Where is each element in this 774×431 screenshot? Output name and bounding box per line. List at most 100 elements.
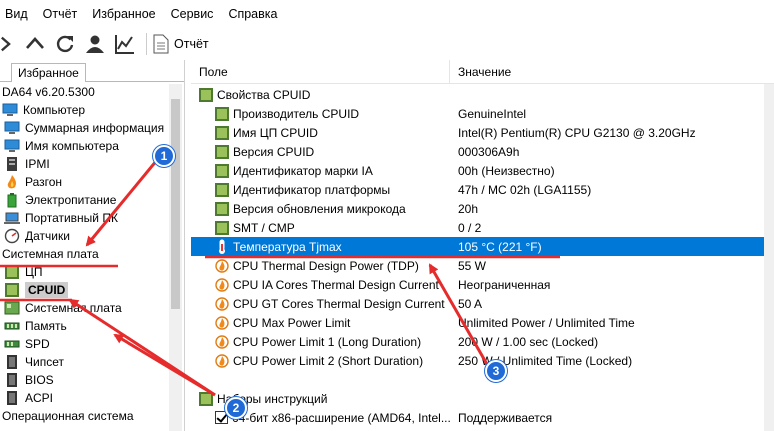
tree-item-label: Операционная система (2, 409, 134, 423)
detail-row[interactable]: 64-бит x86-расширение (AMD64, Intel... По… (191, 408, 774, 427)
detail-row[interactable]: Версия CPUID 000306A9h (191, 142, 774, 161)
power-flame-icon (215, 258, 229, 273)
detail-row[interactable]: Версия обновления микрокода 20h (191, 199, 774, 218)
detail-row[interactable]: Идентификатор марки IA 00h (Неизвестно) (191, 161, 774, 180)
detail-value: 000306A9h (458, 144, 520, 159)
detail-field-label: Производитель CPUID (233, 106, 360, 121)
cpuid-icon (215, 144, 229, 159)
power-flame-icon (215, 315, 229, 330)
tree-item-label: Портативный ПК (25, 211, 118, 225)
power-flame-icon (215, 353, 229, 368)
tree-item-label: Датчики (25, 229, 70, 243)
laptop-icon (4, 210, 20, 226)
tree-item-label: Суммарная информация (25, 121, 165, 135)
details-list: Свойства CPUID Производитель CPUID Genuine… (191, 85, 774, 427)
menu-report[interactable]: Отчёт (36, 0, 86, 28)
menu-service[interactable]: Сервис (164, 0, 222, 28)
detail-field: CPU Power Limit 1 (Long Duration) (215, 335, 421, 349)
up-button[interactable] (20, 29, 50, 59)
tree-item-6[interactable]: Электропитание (0, 191, 170, 209)
tab-strip: Избранное (0, 60, 184, 82)
motherboard-icon (4, 300, 20, 316)
detail-field: Производитель CPUID (215, 106, 360, 121)
detail-row[interactable] (191, 370, 774, 389)
tree-scrollbar[interactable] (169, 84, 182, 431)
tree-item-label: Имя компьютера (25, 139, 119, 153)
benchmark-button[interactable] (110, 29, 140, 59)
detail-row[interactable]: Температура Tjmax 105 °C (221 °F) (191, 237, 764, 256)
tree-item-4[interactable]: IPMI (0, 155, 170, 173)
column-divider[interactable] (449, 60, 450, 84)
detail-field-label: SMT / CMP (233, 220, 295, 235)
sensor-icon (4, 228, 20, 244)
tree-item-7[interactable]: Портативный ПК (0, 209, 170, 227)
report-button[interactable]: Отчёт (153, 34, 209, 54)
tree-item-15[interactable]: Чипсет (0, 353, 170, 371)
detail-field: Версия CPUID (215, 144, 314, 159)
tab-favorites[interactable]: Избранное (11, 63, 86, 82)
forward-button[interactable] (0, 29, 20, 59)
power-flame-icon (215, 277, 229, 292)
chart-line-icon (115, 35, 134, 54)
detail-field-label: CPU Power Limit 2 (Short Duration) (233, 353, 424, 368)
flame-icon (4, 174, 20, 190)
detail-row[interactable]: CPU Thermal Design Power (TDP) 55 W (191, 256, 774, 275)
details-scrollbar[interactable] (764, 84, 774, 431)
menu-favorites[interactable]: Избранное (85, 0, 163, 28)
tree-item-18[interactable]: Операционная система (0, 407, 170, 425)
tree-item-14[interactable]: SPD (0, 335, 170, 353)
tree-item-0[interactable]: DA64 v6.20.5300 (0, 83, 170, 101)
menu-help[interactable]: Справка (221, 0, 285, 28)
column-field[interactable]: Поле (199, 65, 228, 79)
badge-step-3: 3 (485, 360, 507, 382)
detail-value: 47h / MC 02h (LGA1155) (458, 182, 592, 197)
detail-field-label: 64-бит x86-расширение (AMD64, Intel... (232, 410, 451, 425)
detail-value: 00h (Неизвестно) (458, 163, 555, 178)
tree-item-3[interactable]: Имя компьютера (0, 137, 170, 155)
detail-row[interactable]: CPU GT Cores Thermal Design Current 50 A (191, 294, 774, 313)
tree-item-11[interactable]: CPUID (0, 281, 170, 299)
tree-item-17[interactable]: ACPI (0, 389, 170, 407)
computer-icon (2, 102, 18, 118)
cpuid-icon (215, 201, 229, 216)
detail-row[interactable]: Свойства CPUID (191, 85, 774, 104)
detail-row[interactable]: Производитель CPUID GenuineIntel (191, 104, 774, 123)
detail-value: 50 A (458, 296, 483, 311)
detail-field: CPU Power Limit 2 (Short Duration) (215, 354, 423, 368)
tree-item-10[interactable]: ЦП (0, 263, 170, 281)
tree-scrollbar-thumb[interactable] (171, 99, 180, 309)
detail-value: GenuineIntel (458, 106, 527, 121)
cpuid-icon (215, 125, 229, 140)
detail-field: SMT / CMP (215, 220, 295, 235)
tree-item-8[interactable]: Датчики (0, 227, 170, 245)
detail-field-label: Свойства CPUID (217, 87, 311, 102)
detail-row[interactable]: Наборы инструкций (191, 389, 774, 408)
tree-item-12[interactable]: Системная плата (0, 299, 170, 317)
document-icon (153, 34, 169, 54)
acpi-icon (4, 390, 20, 406)
tree-item-16[interactable]: BIOS (0, 371, 170, 389)
user-button[interactable] (80, 29, 110, 59)
refresh-button[interactable] (50, 29, 80, 59)
cpuid-icon (199, 87, 213, 102)
detail-row[interactable]: Идентификатор платформы 47h / MC 02h (LGA… (191, 180, 774, 199)
tree-item-label: Компьютер (23, 103, 86, 117)
tree-item-2[interactable]: Суммарная информация (0, 119, 170, 137)
tree-item-5[interactable]: Разгон (0, 173, 170, 191)
menu-view[interactable]: Вид (0, 0, 36, 28)
thermometer-icon (215, 239, 229, 255)
tree-item-1[interactable]: Компьютер (0, 101, 170, 119)
detail-field: CPU Max Power Limit (215, 316, 350, 330)
detail-row[interactable]: CPU Power Limit 1 (Long Duration) 200 W /… (191, 332, 774, 351)
column-value[interactable]: Значение (458, 65, 511, 79)
detail-value: Intel(R) Pentium(R) CPU G2130 @ 3.20GHz (458, 125, 696, 140)
detail-row[interactable]: CPU IA Cores Thermal Design Current Неогр… (191, 275, 774, 294)
detail-row[interactable]: CPU Power Limit 2 (Short Duration) 250 W … (191, 351, 774, 370)
detail-row[interactable]: SMT / CMP 0 / 2 (191, 218, 774, 237)
detail-row[interactable]: Имя ЦП CPUID Intel(R) Pentium(R) CPU G213… (191, 123, 774, 142)
detail-row[interactable]: CPU Max Power Limit Unlimited Power / Unl… (191, 313, 774, 332)
cpuid-icon (215, 106, 229, 121)
detail-field-label: CPU IA Cores Thermal Design Current (233, 277, 439, 292)
tree-item-13[interactable]: Память (0, 317, 170, 335)
tree-item-9[interactable]: Системная плата (0, 245, 170, 263)
